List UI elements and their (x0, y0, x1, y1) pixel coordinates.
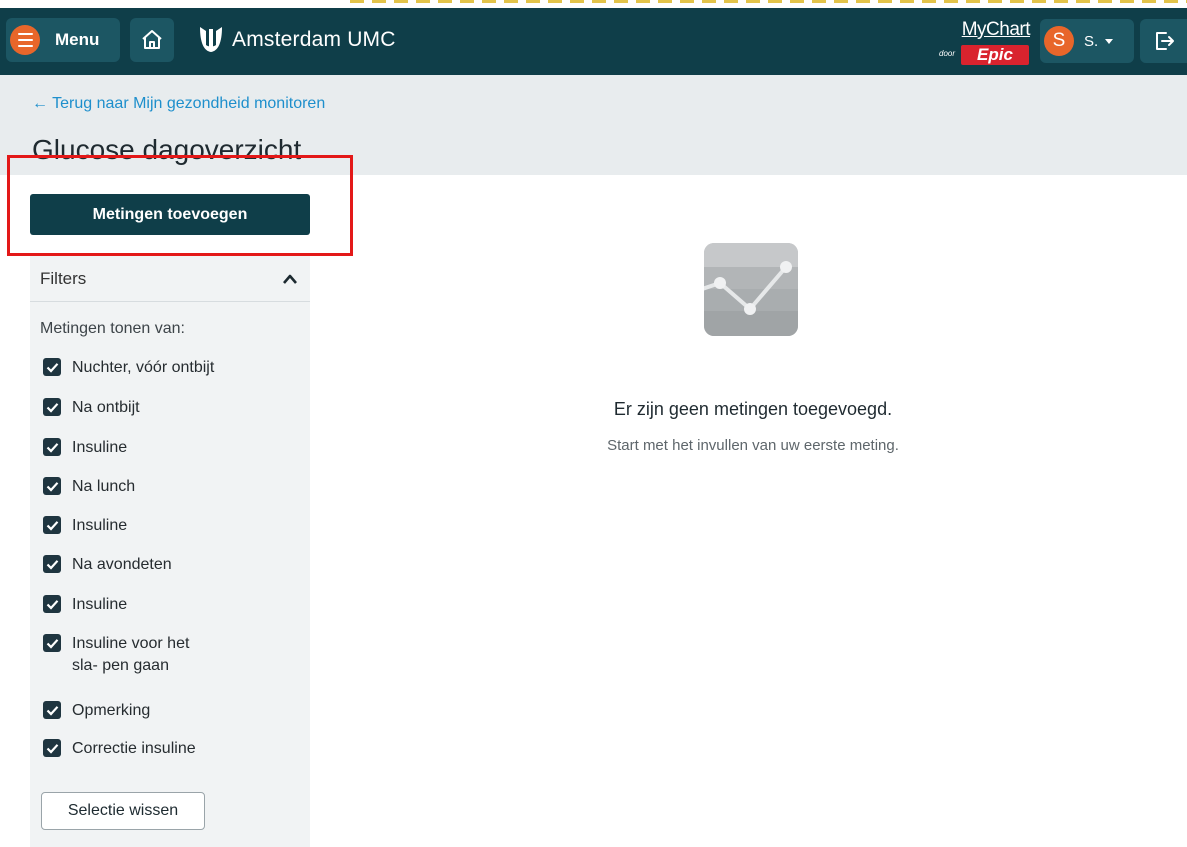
checkbox-checked-icon[interactable] (43, 555, 61, 573)
amsterdam-umc-logo[interactable]: Amsterdam UMC (198, 25, 396, 55)
filter-label: Insuline voor het sla- pen gaan (72, 635, 190, 674)
filter-label: Na lunch (72, 478, 136, 495)
checkbox-checked-icon[interactable] (43, 701, 61, 719)
filter-label: Insuline (72, 596, 128, 613)
empty-state-panel (489, 175, 1187, 847)
cropped-top-strip (0, 0, 1187, 8)
filter-item[interactable]: Insuline voor het sla- pen gaan (43, 633, 212, 677)
avatar: S (1044, 26, 1074, 56)
filter-label: Na avondeten (72, 556, 172, 573)
filter-item[interactable]: Correctie insuline (43, 738, 196, 760)
epic-text: Epic (961, 45, 1029, 65)
checkbox-checked-icon[interactable] (43, 358, 61, 376)
chevron-up-icon[interactable] (282, 273, 298, 285)
user-name: S. (1084, 32, 1099, 50)
mychart-text: MyChart (961, 19, 1031, 40)
caret-down-icon (1105, 38, 1114, 44)
user-menu-button[interactable]: S S. (1040, 19, 1134, 63)
menu-button[interactable]: Menu (6, 18, 120, 62)
checkbox-checked-icon[interactable] (43, 516, 61, 534)
filter-item[interactable]: Insuline (43, 594, 127, 616)
clear-selection-button[interactable]: Selectie wissen (41, 792, 205, 830)
checkbox-checked-icon[interactable] (43, 634, 61, 652)
tulip-logo-icon (200, 27, 222, 52)
top-navigation-bar: Menu Amsterdam UMC MyChart door Epic S S… (0, 8, 1187, 75)
checkbox-checked-icon[interactable] (43, 438, 61, 456)
filter-item[interactable]: Na lunch (43, 476, 135, 498)
logo-text: Amsterdam UMC (232, 28, 396, 51)
filter-item[interactable]: Insuline (43, 515, 127, 537)
line-chart-icon (704, 243, 798, 336)
logout-button[interactable] (1140, 19, 1187, 63)
filter-label: Insuline (72, 517, 128, 534)
filter-item[interactable]: Nuchter, vóór ontbijt (43, 357, 214, 379)
empty-state-subtitle: Start met het invullen van uw eerste met… (607, 437, 899, 454)
checkbox-checked-icon[interactable] (43, 595, 61, 613)
filter-item[interactable]: Insuline (43, 437, 127, 459)
filter-item[interactable]: Na ontbijt (43, 397, 140, 419)
filters-subtitle: Metingen tonen van: (40, 320, 185, 337)
mychart-epic-logo: MyChart door Epic (933, 19, 1033, 65)
empty-state-title: Er zijn geen metingen toegevoegd. (613, 399, 893, 419)
filter-item[interactable]: Opmerking (43, 700, 150, 722)
door-text: door (939, 49, 956, 58)
filter-label: Correctie insuline (72, 740, 196, 757)
filters-title: Filters (40, 268, 87, 288)
back-link[interactable]: ← Terug naar Mijn gezondheid monitoren (32, 95, 325, 113)
filter-label: Na ontbijt (72, 399, 140, 416)
filters-panel: Filters Metingen tonen van: Nuchter, vóó… (30, 256, 310, 847)
filter-label: Nuchter, vóór ontbijt (72, 359, 215, 376)
menu-icon (10, 25, 40, 55)
filter-item[interactable]: Na avondeten (43, 554, 172, 576)
home-button[interactable] (130, 18, 174, 62)
filters-header[interactable]: Filters (30, 256, 310, 302)
menu-label: Menu (55, 30, 100, 49)
home-icon (142, 30, 162, 49)
checkbox-checked-icon[interactable] (43, 477, 61, 495)
checkbox-checked-icon[interactable] (43, 398, 61, 416)
checkbox-checked-icon[interactable] (43, 739, 61, 757)
filter-label: Insuline (72, 439, 128, 456)
filter-label: Opmerking (72, 702, 151, 719)
highlight-box (7, 155, 353, 256)
logout-icon (1155, 32, 1174, 50)
